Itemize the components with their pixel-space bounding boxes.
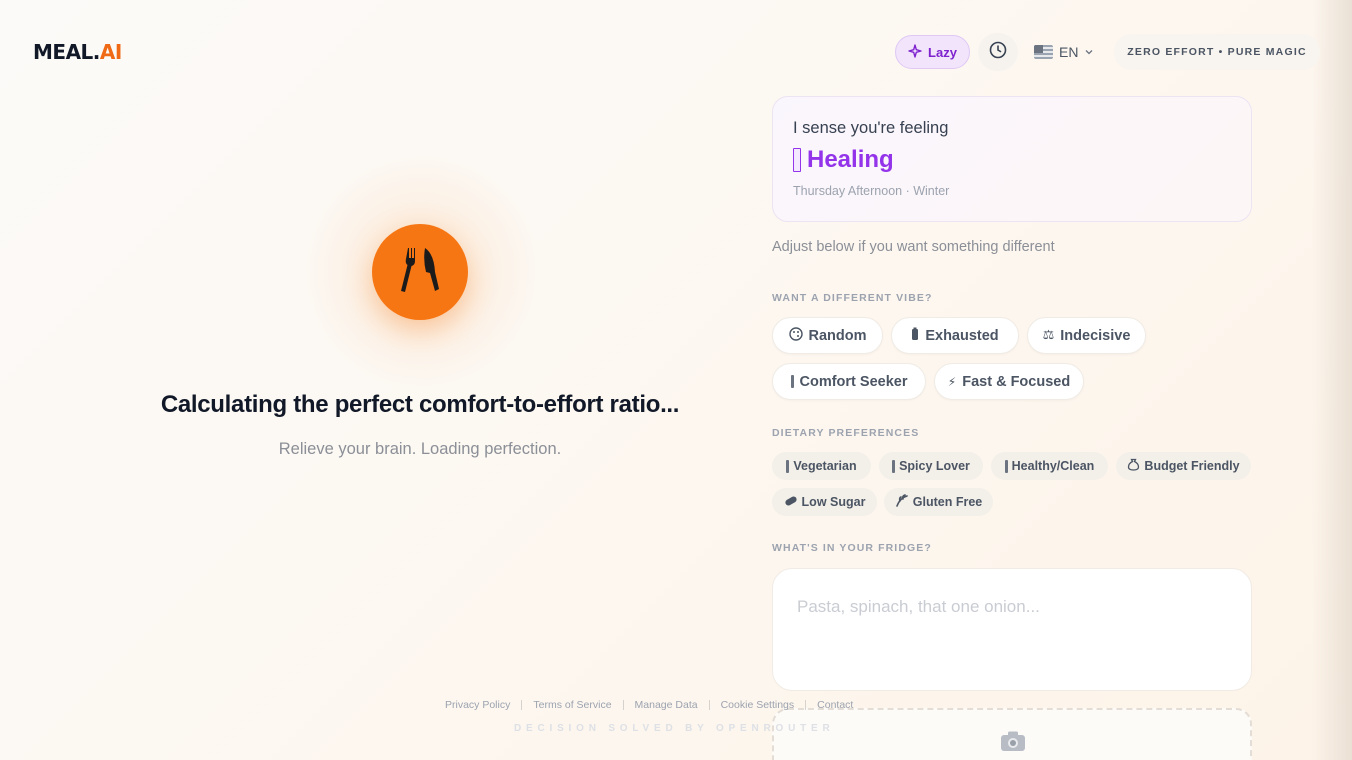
mood-intro: I sense you're feeling bbox=[793, 119, 949, 137]
footer-link-cookie-settings[interactable]: Cookie Settings bbox=[710, 699, 806, 711]
lazy-mode-toggle[interactable]: Lazy bbox=[895, 35, 970, 69]
wheat-icon bbox=[895, 494, 909, 510]
vibe-chip-random[interactable]: Random bbox=[772, 317, 883, 354]
vibe-chip-label: Random bbox=[808, 327, 867, 344]
vibe-chip-label: Exhausted bbox=[925, 327, 999, 344]
fridge-ingredients-input[interactable] bbox=[772, 568, 1252, 691]
sparkle-icon bbox=[908, 43, 922, 61]
diet-chip-label: Budget Friendly bbox=[1144, 459, 1240, 473]
mood-label: Healing bbox=[807, 146, 894, 173]
lightning-icon: ⚡ bbox=[947, 374, 957, 389]
diet-chip-label: Gluten Free bbox=[912, 495, 983, 509]
diet-chip-budget-friendly[interactable]: Budget Friendly bbox=[1116, 452, 1251, 480]
footer-link-manage-data[interactable]: Manage Data bbox=[624, 699, 709, 711]
mood-context: Thursday Afternoon · Winter bbox=[793, 184, 950, 198]
right-edge-shade bbox=[1312, 0, 1352, 760]
diet-chip-spicy-lover[interactable]: Spicy Lover bbox=[879, 452, 983, 480]
lazy-mode-label: Lazy bbox=[928, 44, 957, 60]
diet-chip-label: Healthy/Clean bbox=[1011, 459, 1095, 473]
pepper-icon bbox=[892, 459, 896, 473]
dice-icon bbox=[788, 326, 803, 345]
fridge-section-label: WHAT'S IN YOUR FRIDGE? bbox=[772, 542, 932, 554]
no-sugar-icon bbox=[784, 495, 798, 510]
language-code: EN bbox=[1059, 44, 1079, 60]
adjust-hint: Adjust below if you want something diffe… bbox=[772, 239, 1055, 255]
vibe-chip-indecisive[interactable]: ⚖ Indecisive bbox=[1027, 317, 1146, 354]
money-bag-icon bbox=[1127, 458, 1140, 474]
loading-title: Calculating the perfect comfort-to-effor… bbox=[160, 391, 680, 418]
us-flag-icon bbox=[1034, 45, 1053, 59]
diet-chip-label: Vegetarian bbox=[793, 459, 857, 473]
diet-chip-vegetarian[interactable]: Vegetarian bbox=[772, 452, 871, 480]
vibe-chip-fast-focused[interactable]: ⚡ Fast & Focused bbox=[934, 363, 1084, 400]
diet-chip-label: Low Sugar bbox=[801, 495, 866, 509]
mood-card: I sense you're feeling Healing Thursday … bbox=[772, 96, 1252, 222]
fork-knife-icon bbox=[392, 242, 448, 303]
vibe-section-label: WANT A DIFFERENT VIBE? bbox=[772, 292, 933, 304]
language-selector[interactable]: EN bbox=[1034, 42, 1094, 62]
battery-low-icon bbox=[911, 327, 919, 345]
scales-icon: ⚖ bbox=[1042, 328, 1055, 343]
loading-plate bbox=[372, 224, 468, 320]
vibe-chip-label: Comfort Seeker bbox=[799, 373, 908, 390]
healing-icon bbox=[793, 148, 801, 172]
diet-chip-label: Spicy Lover bbox=[899, 459, 970, 473]
tagline-badge: ZERO EFFORT • PURE MAGIC bbox=[1114, 34, 1320, 70]
chevron-down-icon bbox=[1084, 44, 1094, 60]
comfort-icon bbox=[790, 375, 794, 388]
diet-chip-healthy-clean[interactable]: Healthy/Clean bbox=[991, 452, 1108, 480]
footer-link-privacy[interactable]: Privacy Policy bbox=[434, 699, 521, 711]
diet-chip-gluten-free[interactable]: Gluten Free bbox=[884, 488, 993, 516]
mood-name: Healing bbox=[793, 146, 1231, 174]
history-button[interactable] bbox=[978, 33, 1018, 71]
diet-chip-low-sugar[interactable]: Low Sugar bbox=[772, 488, 877, 516]
footer-credit: DECISION SOLVED BY OPENROUTER bbox=[514, 723, 835, 734]
vibe-chip-label: Indecisive bbox=[1060, 327, 1131, 344]
clock-icon bbox=[989, 41, 1007, 64]
dietary-section-label: DIETARY PREFERENCES bbox=[772, 427, 920, 439]
salad-icon bbox=[1004, 459, 1008, 473]
app-logo[interactable]: MEAL.AI bbox=[33, 40, 122, 64]
vibe-chip-exhausted[interactable]: Exhausted bbox=[891, 317, 1019, 354]
footer-link-contact[interactable]: Contact bbox=[806, 699, 864, 711]
footer-link-terms[interactable]: Terms of Service bbox=[522, 699, 622, 711]
footer-links: Privacy Policy Terms of Service Manage D… bbox=[434, 698, 864, 712]
photo-upload-dropzone[interactable] bbox=[772, 708, 1252, 760]
camera-icon bbox=[1000, 730, 1026, 757]
vibe-chip-label: Fast & Focused bbox=[962, 373, 1071, 390]
leaf-icon bbox=[786, 459, 790, 473]
vibe-chip-comfort-seeker[interactable]: Comfort Seeker bbox=[772, 363, 926, 400]
loading-subtitle: Relieve your brain. Loading perfection. bbox=[278, 440, 562, 458]
